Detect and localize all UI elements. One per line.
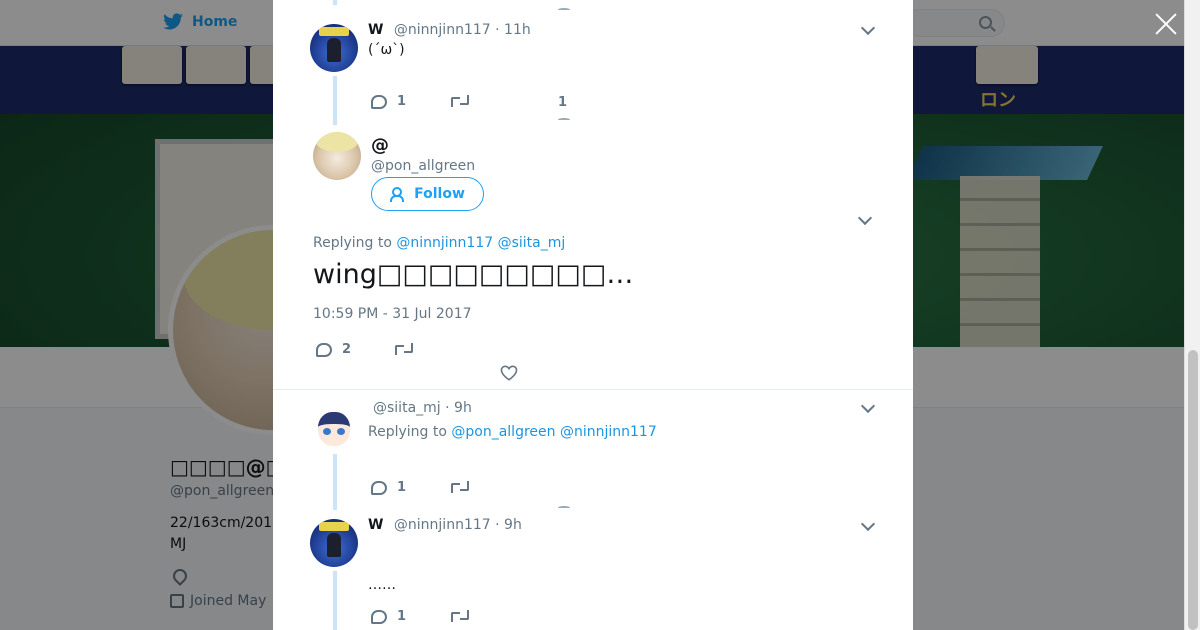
retweet-icon[interactable]	[395, 343, 413, 355]
tweet-author-handle[interactable]: @ninnjinn117	[394, 517, 491, 533]
thread-line	[333, 76, 337, 125]
retweet-icon[interactable]	[451, 481, 469, 493]
reply-count: 2	[342, 342, 352, 357]
tweet-separator: ·	[445, 400, 455, 416]
tweet-author-handle[interactable]: @siita_mj	[373, 400, 441, 416]
main-tweet-author-handle[interactable]: @pon_allgreen	[371, 158, 475, 174]
retweet-action[interactable]	[451, 481, 469, 493]
avatar[interactable]	[310, 24, 358, 72]
replying-to-label: Replying to	[313, 235, 392, 251]
thread-tweet[interactable]: @siita_mj · 9h Replying to @pon_allgreen…	[273, 390, 913, 510]
tweet-text: (´ω`)	[368, 42, 405, 58]
tweet-time[interactable]: 11h	[504, 22, 531, 38]
avatar-badge	[319, 522, 349, 531]
reply-icon[interactable]	[316, 342, 332, 357]
scrollbar-thumb[interactable]	[1188, 350, 1198, 630]
reply-action[interactable]: 1	[371, 609, 406, 624]
avatar-eye	[337, 428, 345, 435]
main-tweet-author-name[interactable]: @	[371, 135, 389, 156]
replying-to-link[interactable]: @siita_mj	[498, 235, 566, 251]
avatar-hair	[315, 132, 359, 152]
tweet-header: W @ninnjinn117 · 9h	[368, 517, 522, 533]
main-tweet	[273, 125, 913, 390]
thread-line	[333, 571, 337, 630]
tweet-author-handle[interactable]: @ninnjinn117	[394, 22, 491, 38]
thread-tweet[interactable]: W @ninnjinn117 · 9h …… 1	[273, 510, 913, 630]
reply-icon[interactable]	[371, 94, 387, 109]
like-count[interactable]: 1	[558, 95, 567, 110]
avatar[interactable]	[310, 519, 358, 567]
tweet-time[interactable]: 9h	[504, 517, 522, 533]
reply-action[interactable]: 1	[371, 480, 406, 495]
main-tweet-avatar[interactable]	[313, 132, 361, 180]
reply-action[interactable]: 2	[316, 342, 351, 357]
thread-line	[333, 454, 337, 510]
page-scrollbar[interactable]	[1184, 0, 1200, 630]
tweet-time[interactable]: 9h	[454, 400, 472, 416]
retweet-action[interactable]	[395, 343, 413, 355]
more-indicator	[558, 506, 570, 509]
thread-tweet[interactable]: W @ninnjinn117 · 11h (´ω`) 1 1	[273, 0, 913, 125]
reply-icon[interactable]	[371, 609, 387, 624]
avatar-figure	[327, 38, 341, 62]
chevron-down-icon[interactable]	[860, 516, 876, 532]
avatar-figure	[327, 533, 341, 557]
follow-person-icon	[390, 187, 406, 202]
retweet-icon[interactable]	[451, 610, 469, 622]
retweet-icon[interactable]	[451, 95, 469, 107]
replying-to-label: Replying to	[368, 424, 447, 440]
main-tweet-timestamp[interactable]: 10:59 PM - 31 Jul 2017	[313, 306, 472, 322]
tweet-header: W @ninnjinn117 · 11h	[368, 22, 531, 38]
tweet-separator: ·	[495, 22, 505, 38]
avatar[interactable]	[310, 402, 358, 450]
reply-count: 1	[397, 480, 407, 495]
tweet-author-name[interactable]: W	[368, 22, 383, 38]
avatar-badge	[319, 27, 349, 36]
follow-button[interactable]: Follow	[371, 177, 484, 211]
tweet-text: ……	[368, 577, 396, 593]
close-modal-icon[interactable]	[1154, 12, 1178, 36]
more-indicator	[558, 118, 570, 121]
replying-to-link[interactable]: @ninnjinn117	[560, 424, 657, 440]
reply-action[interactable]: 1	[371, 94, 406, 109]
heart-icon[interactable]	[500, 365, 518, 381]
replying-to: Replying to @pon_allgreen @ninnjinn117	[368, 424, 657, 440]
reply-icon[interactable]	[371, 480, 387, 495]
tweet-modal: W @ninnjinn117 · 11h (´ω`) 1 1 @ @pon_al…	[273, 0, 913, 630]
replying-to-link[interactable]: @pon_allgreen	[451, 424, 555, 440]
replying-to-link[interactable]: @ninnjinn117	[396, 235, 493, 251]
tweet-header: @siita_mj · 9h	[373, 400, 472, 416]
retweet-action[interactable]	[451, 95, 469, 107]
replying-to: Replying to @ninnjinn117 @siita_mj	[313, 235, 565, 251]
reply-count: 1	[397, 609, 407, 624]
chevron-down-icon[interactable]	[860, 398, 876, 414]
chevron-down-icon[interactable]	[860, 20, 876, 36]
main-tweet-text: wing□□□□□□□□□…	[313, 259, 634, 290]
tweet-separator: ·	[495, 517, 505, 533]
avatar-eye	[323, 428, 331, 435]
retweet-action[interactable]	[451, 610, 469, 622]
reply-count: 1	[397, 94, 407, 109]
tweet-author-name[interactable]: W	[368, 517, 383, 533]
follow-label: Follow	[414, 186, 465, 202]
